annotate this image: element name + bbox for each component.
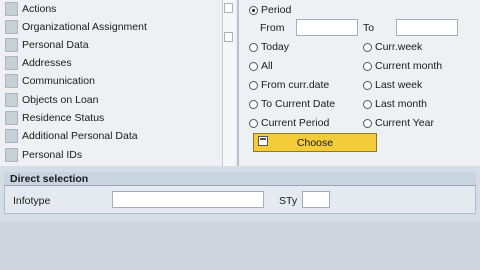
radio-icon (249, 80, 258, 90)
list-item-addresses[interactable]: Addresses (0, 54, 222, 72)
infotype-input[interactable] (112, 191, 264, 208)
row-selector[interactable] (5, 2, 18, 16)
radio-label: All (261, 60, 273, 72)
direct-selection-header: Direct selection (4, 172, 476, 186)
row-selector[interactable] (5, 148, 18, 162)
list-item-personal-ids[interactable]: Personal IDs (0, 146, 222, 164)
row-selector[interactable] (5, 93, 18, 107)
infotype-label: Infotype (13, 195, 51, 207)
radio-last-week[interactable]: Last week (363, 79, 422, 91)
radio-label: Current month (375, 60, 443, 72)
list-scrollbar[interactable] (222, 0, 235, 166)
list-item-label: Organizational Assignment (22, 21, 147, 33)
list-item-label: Addresses (22, 57, 72, 69)
row-selector[interactable] (5, 56, 18, 70)
from-date-field[interactable] (296, 19, 358, 36)
radio-selected-icon (249, 5, 258, 15)
choose-button-label: Choose (296, 136, 334, 149)
row-selector[interactable] (5, 74, 18, 88)
list-item-organizational-assignment[interactable]: Organizational Assignment (0, 18, 222, 36)
radio-icon (363, 99, 372, 109)
radio-label: Current Period (261, 117, 330, 129)
radio-icon (249, 99, 258, 109)
radio-label: Today (261, 41, 290, 53)
list-item-communication[interactable]: Communication (0, 72, 222, 90)
radio-curr-week[interactable]: Curr.week (363, 41, 422, 53)
radio-icon (363, 80, 372, 90)
radio-label: Current Year (375, 117, 434, 129)
list-item-label: Personal IDs (22, 149, 83, 161)
list-item-label: Residence Status (22, 112, 105, 124)
radio-label: Last month (375, 98, 427, 110)
radio-period[interactable]: Period (249, 4, 291, 16)
empty-screen-area (0, 222, 480, 270)
radio-label: Last week (375, 79, 423, 91)
radio-current-year[interactable]: Current Year (363, 117, 434, 129)
list-item-actions[interactable]: Actions (0, 0, 222, 18)
radio-current-period[interactable]: Current Period (249, 117, 329, 129)
radio-from-curr-date[interactable]: From curr.date (249, 79, 329, 91)
sty-label: STy (279, 195, 298, 207)
radio-icon (363, 42, 372, 52)
radio-icon (363, 61, 372, 71)
row-selector[interactable] (5, 38, 18, 52)
radio-label: To Current Date (261, 98, 336, 110)
list-item-label: Actions (22, 3, 57, 15)
radio-to-current-date[interactable]: To Current Date (249, 98, 335, 110)
radio-icon (363, 118, 372, 128)
scrollbar-thumb[interactable] (224, 3, 233, 13)
radio-label: From curr.date (261, 79, 330, 91)
list-item-label: Additional Personal Data (22, 130, 138, 142)
to-label: To (363, 22, 375, 34)
radio-label: Period (261, 4, 292, 16)
list-item-residence-status[interactable]: Residence Status (0, 109, 222, 127)
sty-input[interactable] (302, 191, 330, 208)
list-item-personal-data[interactable]: Personal Data (0, 36, 222, 54)
scrollbar-thumb[interactable] (224, 32, 233, 42)
radio-label: Curr.week (375, 41, 423, 53)
list-item-additional-personal-data[interactable]: Additional Personal Data (0, 127, 222, 145)
radio-current-month[interactable]: Current month (363, 60, 442, 72)
radio-icon (249, 118, 258, 128)
choose-button[interactable]: Choose (253, 133, 377, 152)
list-item-label: Objects on Loan (22, 94, 99, 106)
radio-last-month[interactable]: Last month (363, 98, 427, 110)
radio-icon (249, 42, 258, 52)
from-label: From (260, 22, 285, 34)
calendar-icon (258, 136, 268, 146)
to-date-field[interactable] (396, 19, 458, 36)
row-selector[interactable] (5, 129, 18, 143)
radio-all[interactable]: All (249, 60, 273, 72)
row-selector[interactable] (5, 20, 18, 34)
row-selector[interactable] (5, 111, 18, 125)
list-item-label: Communication (22, 75, 95, 87)
list-item-objects-on-loan[interactable]: Objects on Loan (0, 91, 222, 109)
list-item-label: Personal Data (22, 39, 89, 51)
radio-icon (249, 61, 258, 71)
infotype-list: Actions Organizational Assignment Person… (0, 0, 238, 166)
radio-today[interactable]: Today (249, 41, 289, 53)
